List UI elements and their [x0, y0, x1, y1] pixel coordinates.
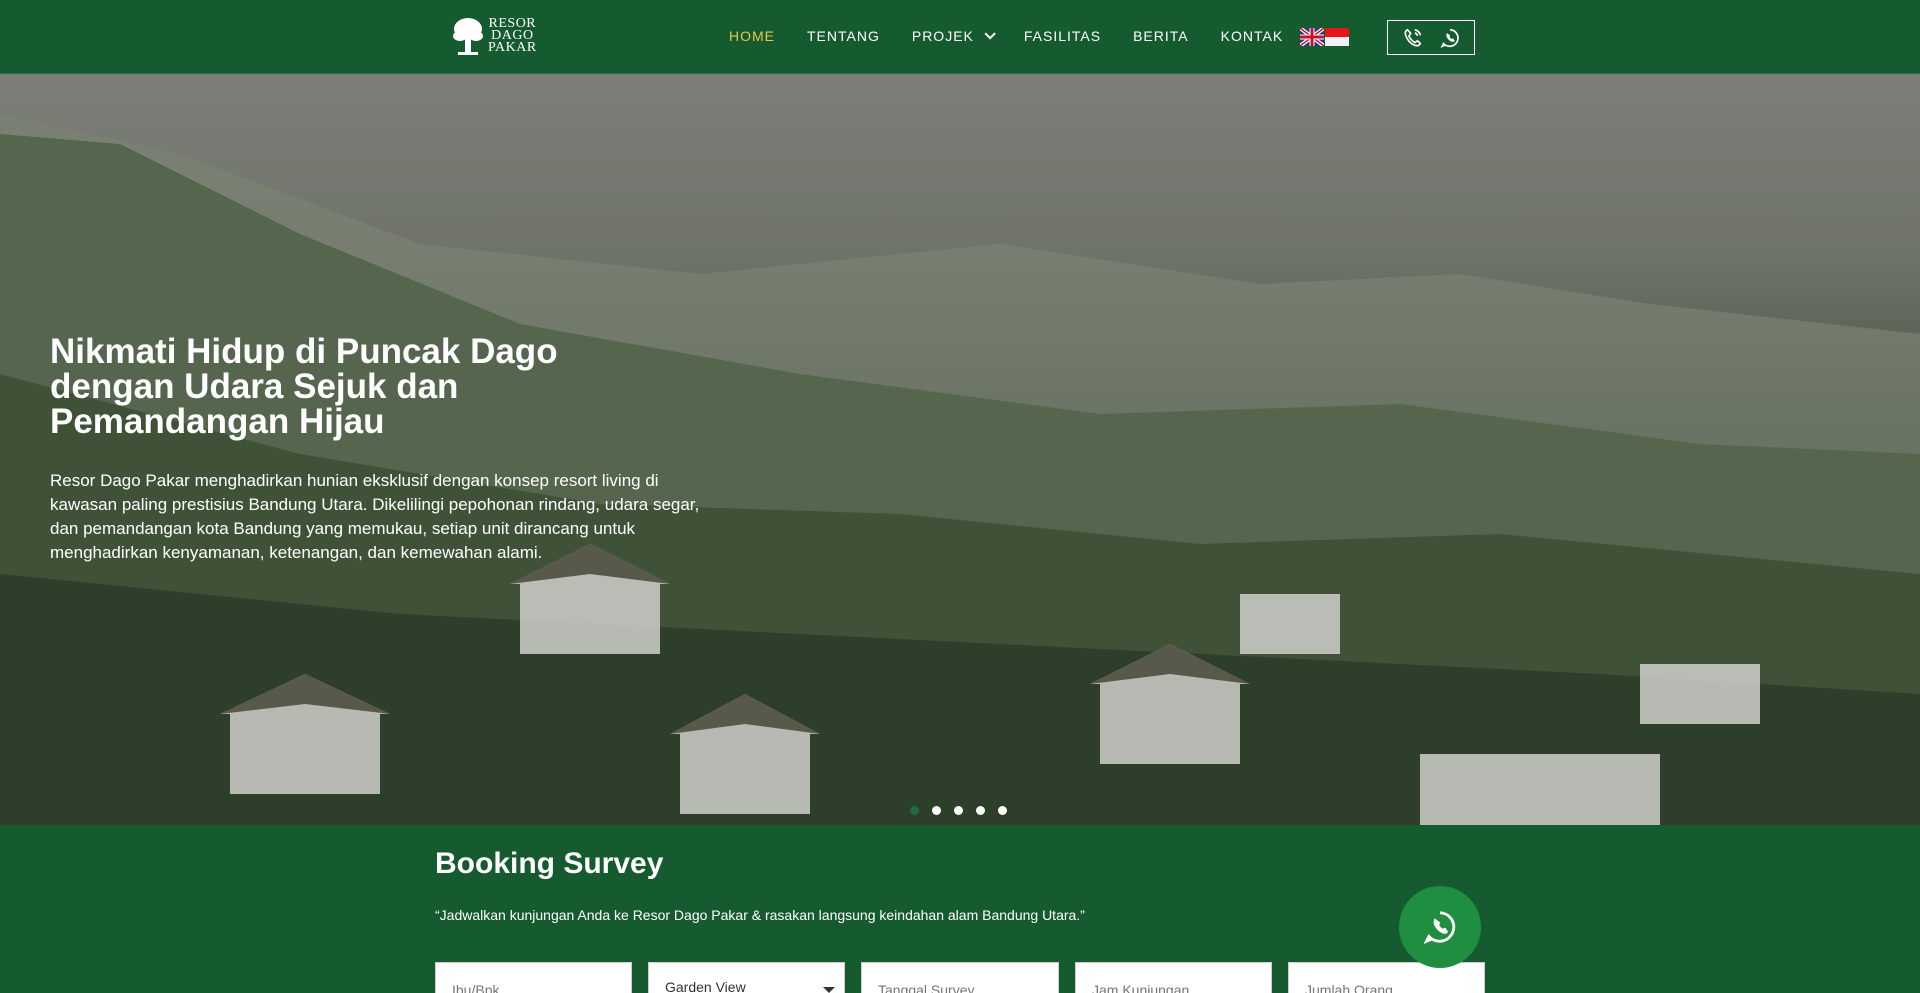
nav-tentang[interactable]: TENTANG [807, 28, 880, 44]
phone-icon[interactable] [1402, 27, 1424, 49]
nav-berita[interactable]: BERITA [1133, 28, 1189, 44]
main-nav: HOME TENTANG PROJEK FASILITAS BERITA KON… [729, 28, 1315, 44]
whatsapp-icon[interactable] [1439, 27, 1461, 49]
hero-slider: Nikmati Hidup di Puncak Dago dengan Udar… [0, 74, 1920, 825]
slider-dot[interactable] [976, 806, 985, 815]
logo-wordmark: RESOR DAGO PAKAR [488, 17, 537, 55]
booking-title: Booking Survey [435, 847, 664, 880]
uk-flag-icon[interactable] [1300, 28, 1324, 46]
language-switcher [1300, 28, 1349, 46]
slider-dot[interactable] [954, 806, 963, 815]
whatsapp-icon [1423, 911, 1456, 945]
chevron-down-icon [984, 28, 996, 40]
nav-kontak[interactable]: KONTAK [1221, 28, 1284, 44]
site-logo[interactable]: RESOR DAGO PAKAR [452, 16, 537, 56]
nav-projek-label: PROJEK [911, 28, 974, 44]
nav-home[interactable]: HOME [729, 28, 775, 44]
hero-background-image [0, 114, 1920, 825]
indonesia-flag-icon[interactable] [1325, 28, 1349, 46]
contact-buttons [1387, 20, 1475, 55]
unit-select[interactable]: Garden View [648, 962, 845, 993]
nav-projek[interactable]: PROJEK [911, 28, 996, 44]
name-input[interactable] [435, 962, 632, 993]
slider-dots [910, 806, 1007, 815]
booking-subtitle: “Jadwalkan kunjungan Anda ke Resor Dago … [435, 907, 1085, 923]
hero-description: Resor Dago Pakar menghadirkan hunian eks… [50, 471, 700, 562]
slider-dot[interactable] [910, 806, 919, 815]
logo-line: PAKAR [488, 40, 537, 55]
slider-dot[interactable] [932, 806, 941, 815]
visit-time-input[interactable] [1075, 962, 1272, 993]
tree-logo-icon [453, 18, 483, 55]
slider-dot[interactable] [998, 806, 1007, 815]
nav-fasilitas[interactable]: FASILITAS [1024, 28, 1101, 44]
people-count-input[interactable] [1288, 962, 1485, 993]
hero-title: Nikmati Hidup di Puncak Dago dengan Udar… [50, 332, 558, 441]
survey-date-input[interactable] [861, 962, 1059, 993]
site-header: RESOR DAGO PAKAR HOME TENTANG PROJEK FAS… [0, 0, 1920, 74]
chevron-down-icon [823, 987, 835, 993]
booking-survey-section: Booking Survey “Jadwalkan kunjungan Anda… [0, 825, 1920, 993]
whatsapp-float-button[interactable] [1399, 886, 1481, 968]
